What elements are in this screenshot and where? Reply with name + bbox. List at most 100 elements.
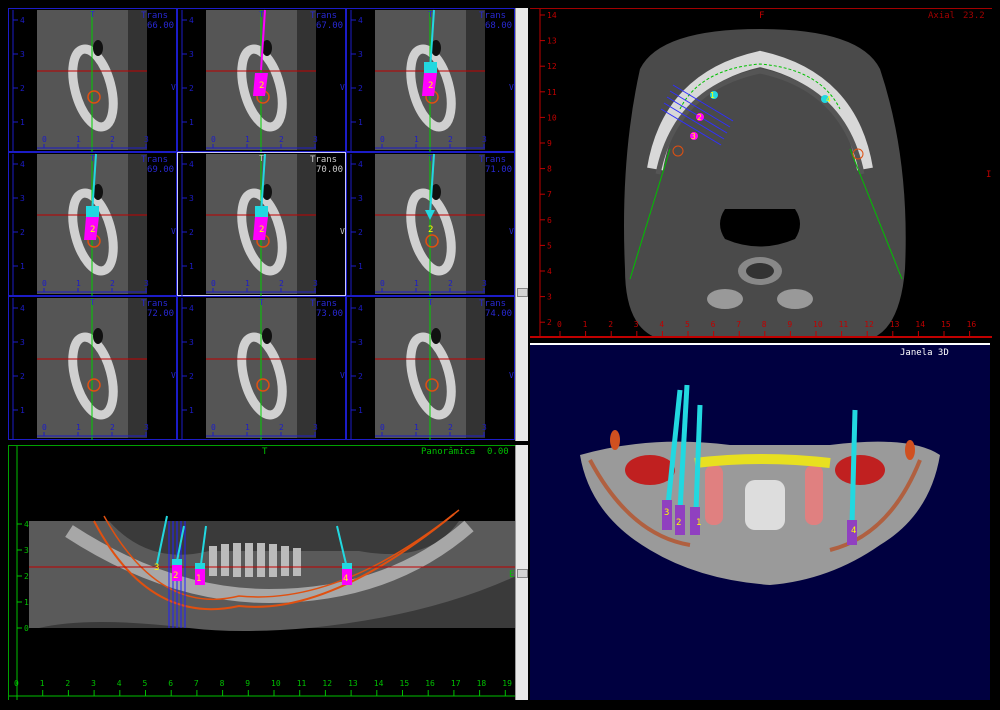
ruler-tick-label: 1 — [189, 406, 194, 415]
ruler-tick-label: 6 — [168, 679, 173, 688]
v-marker: V — [509, 83, 514, 92]
ruler-tick-label: 1 — [414, 135, 419, 144]
implant-abutment — [255, 206, 268, 217]
panel-value: 74.00 — [485, 309, 512, 319]
ruler-tick-label: 2 — [358, 84, 363, 93]
ruler-tick-label: 4 — [358, 304, 363, 313]
ruler-tick-label: 3 — [313, 279, 318, 288]
cross-section-panel[interactable]: 432100123TVTrans66.00 — [8, 8, 177, 152]
panel-title: Trans — [479, 299, 506, 309]
3d-view[interactable]: 3 2 1 4 Janela 3D — [530, 343, 990, 700]
ruler-tick-label: 15 — [941, 320, 951, 329]
v-marker: V — [171, 83, 176, 92]
ruler-tick-label: 9 — [547, 139, 552, 148]
panel-value: 71.00 — [485, 165, 512, 175]
ruler-tick-label: 18 — [477, 679, 487, 688]
axial-right-marker: I — [986, 170, 991, 180]
ruler-tick-label: 12 — [864, 320, 874, 329]
ruler-tick-label: 4 — [20, 304, 25, 313]
panel-value: 67.00 — [316, 21, 343, 31]
ruler-tick-label: 3 — [189, 194, 194, 203]
ruler-tick-label: 1 — [189, 262, 194, 271]
panoramic-scrollbar[interactable] — [515, 445, 528, 700]
ruler-tick-label: 2 — [279, 135, 284, 144]
implant-label: 1 — [196, 574, 201, 584]
axial-top-marker: F — [759, 11, 764, 21]
ruler-tick-label: 2 — [448, 279, 453, 288]
cross-section-panel[interactable]: 2432100123TVTrans67.00 — [177, 8, 346, 152]
scrollbar-thumb[interactable] — [517, 288, 528, 297]
ruler-tick-label: 4 — [358, 16, 363, 25]
ruler-tick-label: 2 — [20, 84, 25, 93]
ruler-tick-label: 10 — [813, 320, 823, 329]
cross-section-grid: 432100123TVTrans66.002432100123TVTrans67… — [8, 8, 515, 441]
ruler-tick-label: 4 — [20, 160, 25, 169]
ruler-tick-label: 3 — [313, 423, 318, 432]
axial-image: 1 2 3 4 0 1 2 3 4 5 6 7 8 9 10 11 12 13 14 15 1614131211… — [530, 9, 992, 338]
axial-title: Axial — [928, 11, 955, 21]
ruler-tick-label: 0 — [42, 423, 47, 432]
ruler-tick-label: 3 — [20, 194, 25, 203]
cross-section-panel[interactable]: 2432100123TVTrans70.00 — [177, 152, 346, 296]
ruler-tick-label: 2 — [448, 423, 453, 432]
ruler-tick-label: 1 — [20, 406, 25, 415]
scrollbar-thumb[interactable] — [517, 569, 528, 578]
ruler-tick-label: 2 — [189, 84, 194, 93]
ruler-tick-label: 13 — [890, 320, 900, 329]
ruler-tick-label: 3 — [24, 546, 29, 555]
ruler-tick-label: 13 — [348, 679, 358, 688]
ruler-tick-label: 0 — [380, 423, 385, 432]
ruler-tick-label: 9 — [245, 679, 250, 688]
cross-section-panel[interactable]: 432100123TVTrans72.00 — [8, 296, 177, 440]
prosthesis-guide — [694, 454, 831, 468]
cross-section-panel[interactable]: 2432100123TVTrans68.00 — [346, 8, 515, 152]
ruler-tick-label: 0 — [380, 135, 385, 144]
implant-label: 1 — [710, 91, 715, 100]
panoramic-view[interactable]: 3 2 1 4 0 1 2 3 4 5 6 7 8 9 10 11 12 13 14 15 16 17 18 19 4 3… — [8, 445, 515, 700]
cross-section-scrollbar[interactable] — [515, 8, 528, 441]
ruler-tick-label: 3 — [358, 338, 363, 347]
ruler-tick-label: 2 — [189, 228, 194, 237]
ruler-tick-label: 2 — [279, 423, 284, 432]
panoramic-title: Panorâmica — [421, 447, 475, 457]
cross-section-panel[interactable]: 2432100123TVTrans71.00 — [346, 152, 515, 296]
ruler-tick-label: 9 — [787, 320, 792, 329]
ruler-tick-label: 0 — [557, 320, 562, 329]
implant-label: 4 — [826, 95, 831, 104]
ruler-tick-label: 5 — [547, 241, 552, 250]
ruler-tick-label: 2 — [20, 372, 25, 381]
ruler-tick-label: 1 — [414, 279, 419, 288]
ruler-tick-label: 0 — [211, 135, 216, 144]
ruler-tick-label: 12 — [322, 679, 332, 688]
t-marker: T — [259, 298, 264, 307]
implant-label: 2 — [676, 518, 681, 528]
ruler-tick-label: 3 — [482, 135, 487, 144]
cross-section-panel[interactable]: 2432100123TVTrans69.00 — [8, 152, 177, 296]
ruler-tick-label: 7 — [547, 190, 552, 199]
panoramic-top-marker: T — [262, 447, 268, 457]
ruler-tick-label: 3 — [482, 279, 487, 288]
axial-view[interactable]: 1 2 3 4 0 1 2 3 4 5 6 7 8 9 10 11 12 13 14 15 16 14 13 12 11… — [530, 8, 992, 338]
implant-label: 4 — [343, 574, 348, 584]
ruler-tick-label: 0 — [42, 279, 47, 288]
panel-title: Trans — [310, 155, 337, 165]
panel-title: Trans — [479, 155, 506, 165]
ruler-tick-label: 19 — [502, 679, 512, 688]
panel-title: Trans — [310, 299, 337, 309]
t-marker: T — [428, 298, 433, 307]
v-marker: V — [340, 227, 345, 236]
ruler-tick-label: 4 — [358, 160, 363, 169]
ruler-tick-label: 6 — [711, 320, 716, 329]
cross-section-panel[interactable]: 432100123TVTrans74.00 — [346, 296, 515, 440]
ruler-tick-label: 3 — [144, 423, 149, 432]
panel-value: 69.00 — [147, 165, 174, 175]
t-marker: T — [90, 10, 95, 19]
panel-value: 73.00 — [316, 309, 343, 319]
implant-abutment — [424, 62, 437, 73]
ruler-tick-label: 1 — [76, 423, 81, 432]
ruler-tick-label: 8 — [762, 320, 767, 329]
ruler-tick-label: 2 — [110, 135, 115, 144]
ruler-tick-label: 3 — [91, 679, 96, 688]
cross-section-panel[interactable]: 432100123TVTrans73.00 — [177, 296, 346, 440]
ruler-tick-label: 0 — [42, 135, 47, 144]
